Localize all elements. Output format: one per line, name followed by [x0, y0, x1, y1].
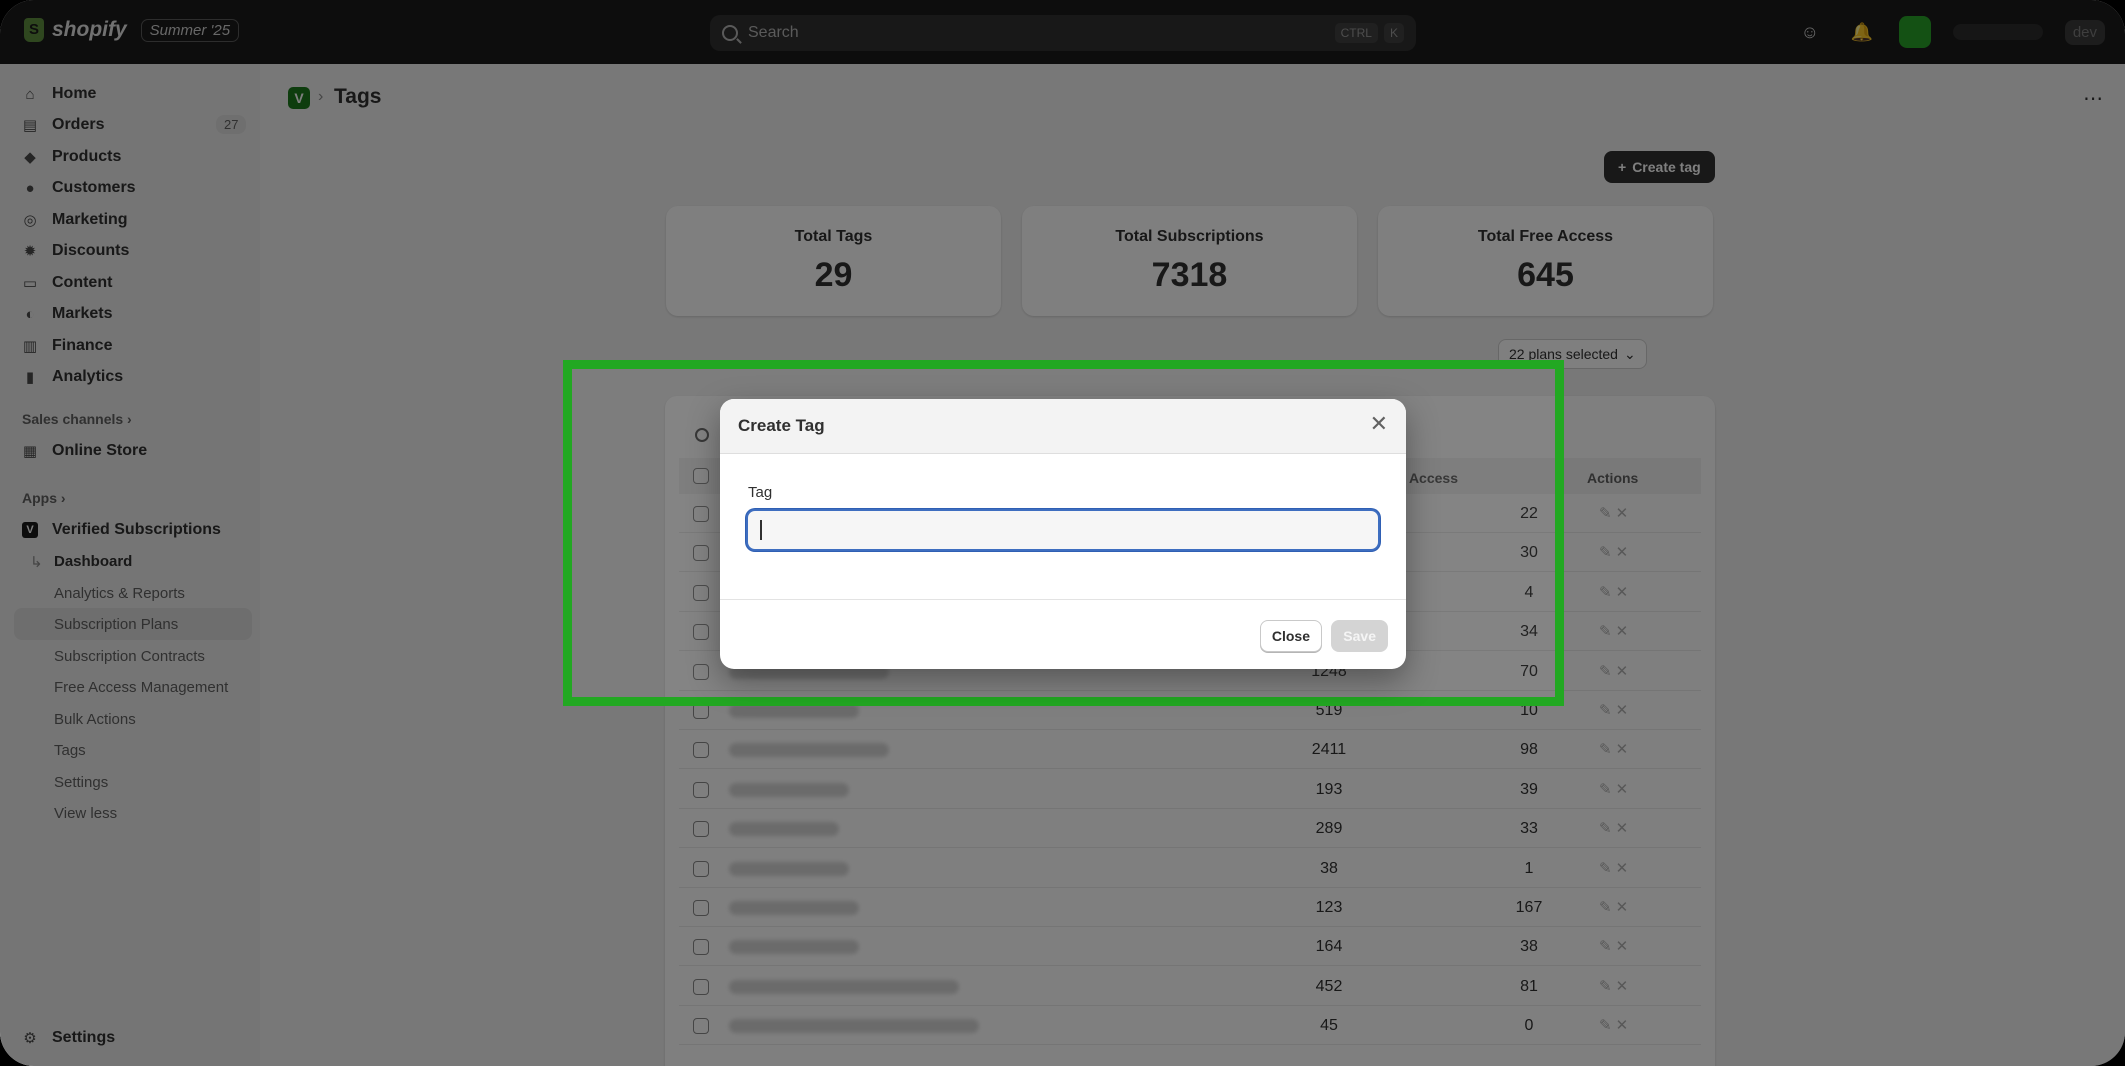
- modal-title: Create Tag: [738, 416, 825, 435]
- text-caret: [760, 520, 762, 540]
- close-button[interactable]: Close: [1259, 620, 1322, 652]
- create-tag-modal: Create Tag ✕ Tag Close Save: [720, 399, 1406, 669]
- modal-header: Create Tag ✕: [720, 399, 1406, 454]
- save-button[interactable]: Save: [1331, 620, 1388, 652]
- app-frame: shopify Summer '25 Search CTRL K ☺ 🔔 dev…: [0, 0, 2125, 1066]
- tag-field-label: Tag: [748, 484, 773, 501]
- close-icon[interactable]: ✕: [1370, 413, 1388, 435]
- tag-input[interactable]: [746, 509, 1380, 551]
- modal-footer: Close Save: [720, 599, 1406, 669]
